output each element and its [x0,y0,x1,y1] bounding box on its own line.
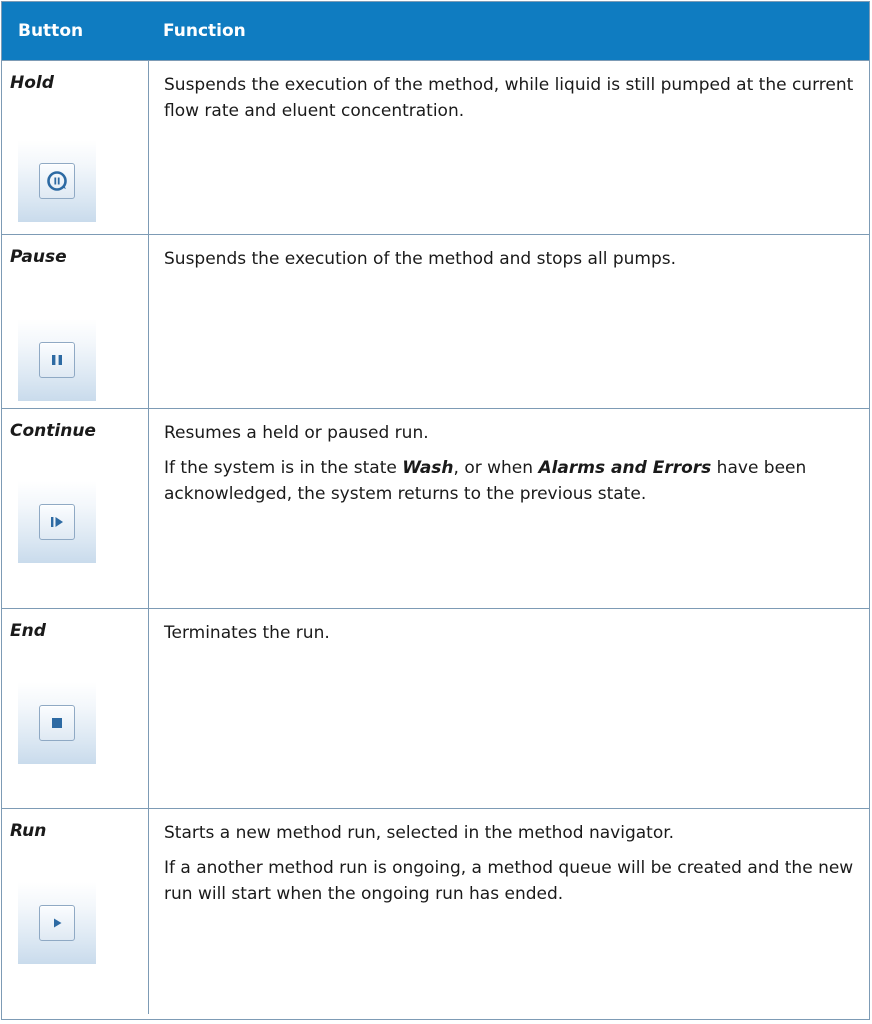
function-cell: Terminates the run. [149,609,869,808]
state-wash: Wash [402,458,454,478]
function-cell: Suspends the execution of the method, wh… [149,61,869,234]
hold-button[interactable] [18,140,96,222]
button-name: Continue [10,421,96,441]
pause-button[interactable] [18,319,96,401]
end-icon [39,705,75,741]
table-row-continue: Continue Resumes a held or paused run. I… [2,408,869,608]
button-name: Pause [10,247,67,267]
function-text: Terminates the run. [164,623,330,643]
button-name: End [10,621,46,641]
function-text: Suspends the execution of the method and… [164,249,677,269]
run-icon [39,905,75,941]
button-cell: End [2,609,149,808]
function-cell: Resumes a held or paused run. If the sys… [149,409,869,608]
button-cell: Pause [2,235,149,408]
function-text: Starts a new method run, selected in the… [164,823,675,843]
function-text: If a another method run is ongoing, a me… [164,858,854,904]
continue-button[interactable] [18,481,96,563]
button-cell: Hold [2,61,149,234]
function-cell: Suspends the execution of the method and… [149,235,869,408]
end-button[interactable] [18,682,96,764]
table-row-run: Run Starts a new method run, selected in… [2,808,869,1014]
run-button[interactable] [18,882,96,964]
pause-icon [39,342,75,378]
table-row-end: End Terminates the run. [2,608,869,808]
function-text: If the system is in the state Wash, or w… [164,458,807,504]
table-header: Button Function [2,2,869,60]
alarms-and-errors: Alarms and Errors [538,458,712,478]
button-name: Run [10,821,47,841]
continue-icon [39,504,75,540]
button-cell: Run [2,809,149,1014]
table-row-hold: Hold Suspends the execution of the metho… [2,60,869,234]
function-text: Resumes a held or paused run. [164,423,429,443]
function-table: Button Function Hold Suspends the execut… [1,1,870,1020]
table-row-pause: Pause Suspends the execution of the meth… [2,234,869,408]
button-cell: Continue [2,409,149,608]
button-name: Hold [10,73,54,93]
header-function-column: Function [163,21,246,41]
function-text: Suspends the execution of the method, wh… [164,75,854,121]
hold-icon [39,163,75,199]
header-button-column: Button [18,21,84,41]
function-cell: Starts a new method run, selected in the… [149,809,869,1014]
